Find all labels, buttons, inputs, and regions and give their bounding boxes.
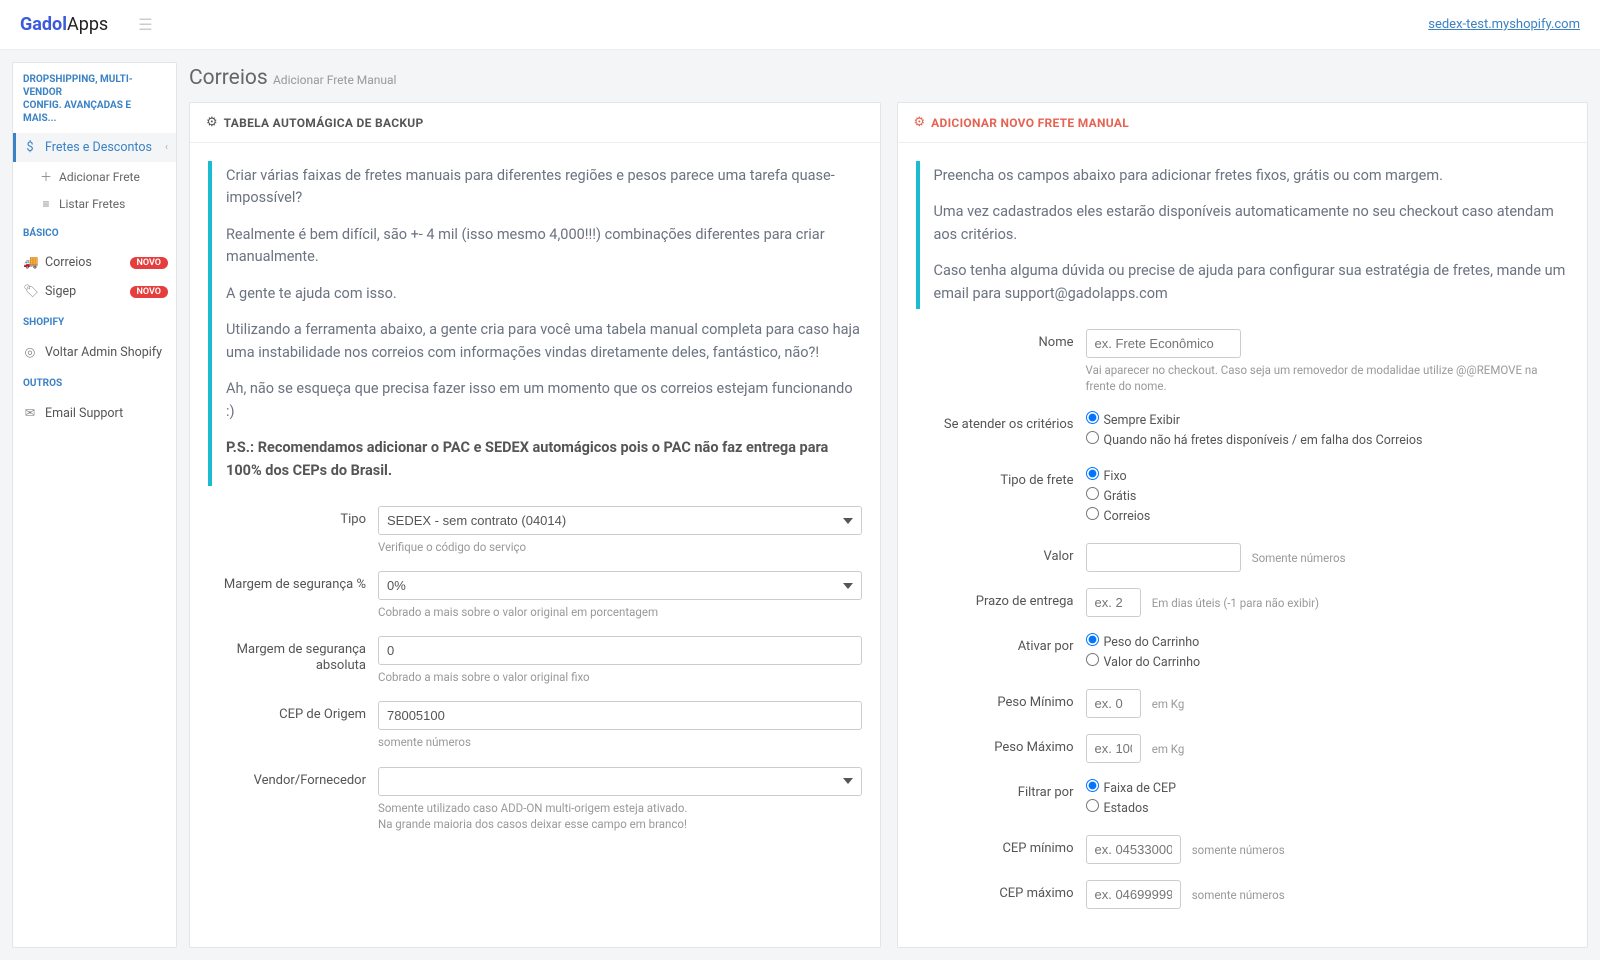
label-margem-pct: Margem de segurança % xyxy=(208,571,378,593)
help-prazo: Em dias úteis (-1 para não exibir) xyxy=(1152,596,1319,610)
help-cep-max: somente números xyxy=(1192,888,1285,902)
page-title: Correios Adicionar Frete Manual xyxy=(189,62,1588,92)
help-vendor-2: Na grande maioria dos casos deixar esse … xyxy=(378,816,862,832)
chevron-left-icon: ‹ xyxy=(165,142,168,153)
label-filtrar: Filtrar por xyxy=(916,779,1086,801)
label-cep-origem: CEP de Origem xyxy=(208,701,378,723)
input-margem-abs[interactable] xyxy=(378,636,862,665)
sidebar-item-fretes-descontos[interactable]: $ Fretes e Descontos ‹ xyxy=(13,133,176,162)
help-margem-abs: Cobrado a mais sobre o valor original fi… xyxy=(378,669,862,685)
sidebar-sub-listar-fretes[interactable]: ≡ Listar Fretes xyxy=(13,191,176,217)
label-prazo: Prazo de entrega xyxy=(916,588,1086,610)
brand-area: GadolApps ☰ xyxy=(20,14,153,35)
info-callout: Preencha os campos abaixo para adicionar… xyxy=(916,161,1570,309)
sidebar-heading-shopify: SHOPIFY xyxy=(13,306,176,337)
panel-heading: ⚙ TABELA AUTOMÁGICA DE BACKUP xyxy=(190,103,880,143)
sidebar-item-label: Fretes e Descontos xyxy=(45,140,152,155)
sidebar-sub-label: Listar Fretes xyxy=(59,197,125,211)
panel-title: TABELA AUTOMÁGICA DE BACKUP xyxy=(224,116,424,130)
sidebar-sub-label: Adicionar Frete xyxy=(59,170,140,184)
unit-kg: em Kg xyxy=(1152,697,1185,711)
add-shipping-panel: ⚙ ADICIONAR NOVO FRETE MANUAL Preencha o… xyxy=(897,102,1589,948)
help-cep-min: somente números xyxy=(1192,843,1285,857)
label-criterios: Se atender os critérios xyxy=(916,411,1086,433)
store-url-link[interactable]: sedex-test.myshopify.com xyxy=(1428,17,1580,32)
info-callout: Criar várias faixas de fretes manuais pa… xyxy=(208,161,862,486)
radio-falha-correios[interactable]: Quando não há fretes disponíveis / em fa… xyxy=(1086,431,1570,448)
select-vendor[interactable] xyxy=(378,767,862,796)
input-cep-min[interactable] xyxy=(1086,835,1181,864)
input-peso-min[interactable] xyxy=(1086,689,1141,718)
sidebar-item-label: Voltar Admin Shopify xyxy=(45,345,162,360)
radio-fixo[interactable]: Fixo xyxy=(1086,467,1570,484)
help-cep-origem: somente números xyxy=(378,734,862,750)
unit-kg: em Kg xyxy=(1152,742,1185,756)
badge-novo: NOVO xyxy=(130,257,168,269)
gear-icon: ⚙ xyxy=(914,115,926,130)
help-margem-pct: Cobrado a mais sobre o valor original em… xyxy=(378,604,862,620)
circle-icon: ◎ xyxy=(23,344,37,360)
sidebar-item-email-support[interactable]: ✉ Email Support xyxy=(13,398,176,428)
sidebar-item-sigep[interactable]: 🏷 Sigep NOVO xyxy=(13,277,176,306)
panel-heading: ⚙ ADICIONAR NOVO FRETE MANUAL xyxy=(898,103,1588,143)
label-tipo: Tipo xyxy=(208,506,378,528)
gear-icon: ⚙ xyxy=(206,115,218,130)
brand-logo: GadolApps xyxy=(20,14,108,35)
label-cep-max: CEP máximo xyxy=(916,880,1086,902)
radio-faixa-cep[interactable]: Faixa de CEP xyxy=(1086,779,1570,796)
select-margem-pct[interactable]: 0% xyxy=(378,571,862,600)
sidebar-item-correios[interactable]: 🚚 Correios NOVO xyxy=(13,248,176,277)
badge-novo: NOVO xyxy=(130,286,168,298)
sidebar-heading-advanced: DROPSHIPPING, MULTI-VENDOR CONFIG. AVANÇ… xyxy=(13,63,176,133)
sidebar-item-label: Correios xyxy=(45,255,92,270)
radio-peso-carrinho[interactable]: Peso do Carrinho xyxy=(1086,633,1570,650)
label-nome: Nome xyxy=(916,329,1086,351)
page-subtitle: Adicionar Frete Manual xyxy=(273,73,397,87)
input-prazo[interactable] xyxy=(1086,588,1141,617)
panel-title: ADICIONAR NOVO FRETE MANUAL xyxy=(931,116,1129,130)
plus-icon: ＋ xyxy=(39,168,53,185)
input-nome[interactable] xyxy=(1086,329,1241,358)
label-ativar: Ativar por xyxy=(916,633,1086,655)
help-vendor-1: Somente utilizado caso ADD-ON multi-orig… xyxy=(378,800,862,816)
sidebar-heading-outros: OUTROS xyxy=(13,367,176,398)
topbar: GadolApps ☰ sedex-test.myshopify.com xyxy=(0,0,1600,50)
label-margem-abs: Margem de segurança absoluta xyxy=(208,636,378,673)
sidebar-item-label: Email Support xyxy=(45,406,123,421)
truck-icon: 🚚 xyxy=(23,255,37,270)
tag-icon: 🏷 xyxy=(23,284,37,299)
input-valor[interactable] xyxy=(1086,543,1241,572)
label-tipo-frete: Tipo de frete xyxy=(916,467,1086,489)
label-cep-min: CEP mínimo xyxy=(916,835,1086,857)
sidebar-item-label: Sigep xyxy=(45,284,76,299)
label-vendor: Vendor/Fornecedor xyxy=(208,767,378,789)
radio-valor-carrinho[interactable]: Valor do Carrinho xyxy=(1086,653,1570,670)
radio-correios[interactable]: Correios xyxy=(1086,507,1570,524)
sidebar-item-voltar-admin[interactable]: ◎ Voltar Admin Shopify xyxy=(13,337,176,367)
input-peso-max[interactable] xyxy=(1086,734,1141,763)
label-peso-min: Peso Mínimo xyxy=(916,689,1086,711)
list-icon: ≡ xyxy=(39,197,53,211)
label-peso-max: Peso Máximo xyxy=(916,734,1086,756)
radio-gratis[interactable]: Grátis xyxy=(1086,487,1570,504)
backup-table-panel: ⚙ TABELA AUTOMÁGICA DE BACKUP Criar vári… xyxy=(189,102,881,948)
menu-toggle-icon[interactable]: ☰ xyxy=(138,15,152,34)
mail-icon: ✉ xyxy=(23,405,37,421)
sidebar-heading-basico: BÁSICO xyxy=(13,217,176,248)
label-valor: Valor xyxy=(916,543,1086,565)
dollar-icon: $ xyxy=(23,140,37,155)
help-valor: Somente números xyxy=(1252,551,1346,565)
sidebar-sub-adicionar-frete[interactable]: ＋ Adicionar Frete xyxy=(13,162,176,191)
input-cep-max[interactable] xyxy=(1086,880,1181,909)
radio-sempre-exibir[interactable]: Sempre Exibir xyxy=(1086,411,1570,428)
help-tipo: Verifique o código do serviço xyxy=(378,539,862,555)
radio-estados[interactable]: Estados xyxy=(1086,799,1570,816)
input-cep-origem[interactable] xyxy=(378,701,862,730)
select-tipo[interactable]: SEDEX - sem contrato (04014) xyxy=(378,506,862,535)
sidebar: DROPSHIPPING, MULTI-VENDOR CONFIG. AVANÇ… xyxy=(12,62,177,948)
help-nome: Vai aparecer no checkout. Caso seja um r… xyxy=(1086,362,1570,394)
